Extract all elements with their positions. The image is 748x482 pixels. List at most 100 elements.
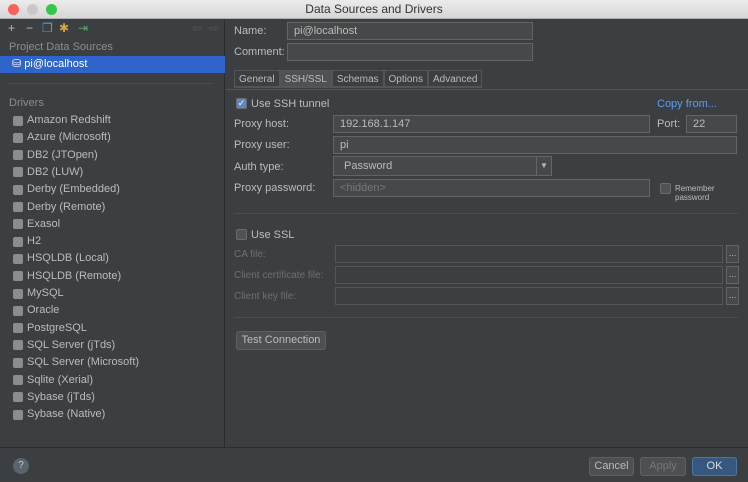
driver-label: HSQLDB (Remote) xyxy=(27,269,122,282)
copy-from-link[interactable]: Copy from... xyxy=(657,98,717,110)
maximize-window-button[interactable] xyxy=(46,4,57,15)
driver-icon xyxy=(13,323,23,334)
driver-label: MySQL xyxy=(27,287,64,299)
name-input[interactable]: pi@localhost xyxy=(287,22,533,40)
use-ssh-checkbox[interactable]: ✓ xyxy=(236,98,247,109)
test-connection-button[interactable]: Test Connection xyxy=(236,331,326,350)
driver-label: Azure (Microsoft) xyxy=(27,131,111,144)
driver-item[interactable]: Azure (Microsoft) xyxy=(13,129,111,146)
driver-label: Amazon Redshift xyxy=(27,114,111,126)
name-label: Name: xyxy=(234,25,267,37)
back-icon[interactable]: ⇦ xyxy=(192,21,202,35)
proxy-host-label: Proxy host: xyxy=(234,118,290,130)
driver-item[interactable]: SQL Server (Microsoft) xyxy=(13,354,139,371)
driver-icon xyxy=(13,167,23,178)
driver-item[interactable]: MySQL xyxy=(13,285,64,302)
client-cert-input[interactable] xyxy=(335,266,723,284)
driver-item[interactable]: Derby (Embedded) xyxy=(13,181,120,198)
forward-icon[interactable]: ⇨ xyxy=(209,21,219,35)
tab-advanced[interactable]: Advanced xyxy=(427,70,483,86)
proxy-host-input[interactable]: 192.168.1.147 xyxy=(333,115,650,133)
proxy-user-label: Proxy user: xyxy=(234,139,290,151)
drivers-header: Drivers xyxy=(9,97,44,109)
duplicate-icon[interactable]: ❐ xyxy=(42,21,53,35)
chevron-down-icon: ▼ xyxy=(536,157,551,175)
driver-icon xyxy=(13,132,23,143)
port-label: Port: xyxy=(657,118,681,130)
data-source-label: pi@localhost xyxy=(24,58,88,70)
tab-ssh-ssl[interactable]: SSH/SSL xyxy=(279,70,332,86)
driver-label: Sqlite (Xerial) xyxy=(27,373,94,386)
browse-cert-button[interactable]: ... xyxy=(726,266,739,284)
client-key-input[interactable] xyxy=(335,287,723,305)
help-icon[interactable]: ? xyxy=(13,458,29,474)
driver-label: DB2 (JTOpen) xyxy=(27,148,98,161)
proxy-password-label: Proxy password: xyxy=(234,182,316,194)
driver-icon xyxy=(13,340,23,351)
driver-icon xyxy=(13,253,23,264)
driver-item[interactable]: HSQLDB (Remote) xyxy=(13,268,121,285)
driver-icon xyxy=(13,375,23,385)
driver-icon xyxy=(13,288,23,299)
client-key-label: Client key file: xyxy=(234,291,297,302)
ca-file-label: CA file: xyxy=(234,249,266,260)
window-title: Data Sources and Drivers xyxy=(305,2,443,16)
cancel-button[interactable]: Cancel xyxy=(589,457,634,476)
driver-item[interactable]: DB2 (LUW) xyxy=(13,164,83,181)
driver-item[interactable]: Exasol xyxy=(13,216,60,233)
driver-icon xyxy=(13,115,23,126)
driver-item[interactable]: PostgreSQL xyxy=(13,320,87,337)
use-ssh-label: Use SSH tunnel xyxy=(251,98,330,110)
comment-input[interactable] xyxy=(287,43,533,61)
driver-label: Derby (Remote) xyxy=(27,200,106,213)
proxy-password-input[interactable]: <hidden> xyxy=(333,179,650,197)
add-icon[interactable]: + xyxy=(8,21,15,35)
ca-file-input[interactable] xyxy=(335,245,723,263)
client-cert-label: Client certificate file: xyxy=(234,270,324,281)
driver-item[interactable]: Sqlite (Xerial) xyxy=(13,372,93,389)
import-icon[interactable]: ⇥ xyxy=(78,21,88,35)
tab-schemas[interactable]: Schemas xyxy=(331,70,384,86)
auth-type-value: Password xyxy=(344,160,393,172)
port-input[interactable]: 22 xyxy=(686,115,737,133)
driver-label: Sybase (Native) xyxy=(27,408,106,421)
driver-item[interactable]: H2 xyxy=(13,233,41,250)
driver-icon xyxy=(13,184,23,195)
driver-item[interactable]: Oracle xyxy=(13,302,59,319)
tab-bar: General SSH/SSL Schemas Options Advanced xyxy=(234,70,483,88)
ok-button[interactable]: OK xyxy=(692,457,737,476)
close-window-button[interactable] xyxy=(8,4,19,15)
driver-label: Oracle xyxy=(27,304,60,317)
tab-general[interactable]: General xyxy=(234,70,280,86)
driver-label: Derby (Embedded) xyxy=(27,183,120,196)
remember-password-checkbox[interactable] xyxy=(660,183,671,194)
driver-label: SQL Server (Microsoft) xyxy=(27,356,140,369)
data-source-item[interactable]: ⛁ pi@localhost xyxy=(0,56,225,73)
driver-icon xyxy=(13,219,23,230)
use-ssl-checkbox[interactable] xyxy=(236,229,247,240)
dialog-footer: ? Cancel Apply OK xyxy=(0,447,748,482)
driver-item[interactable]: SQL Server (jTds) xyxy=(13,337,115,354)
apply-button[interactable]: Apply xyxy=(640,457,686,476)
auth-type-select[interactable]: Password ▼ xyxy=(333,156,552,176)
browse-ca-button[interactable]: ... xyxy=(726,245,739,263)
driver-item[interactable]: DB2 (JTOpen) xyxy=(13,147,98,164)
driver-icon xyxy=(13,409,23,420)
driver-item[interactable]: Amazon Redshift xyxy=(13,112,111,129)
project-sources-header: Project Data Sources xyxy=(9,41,113,53)
driver-item[interactable]: Sybase (jTds) xyxy=(13,389,95,406)
remember-password-label: Remember password xyxy=(675,184,715,202)
remove-icon[interactable]: − xyxy=(26,21,33,35)
driver-settings-icon[interactable]: ✱ xyxy=(59,21,69,35)
driver-label: H2 xyxy=(27,235,42,248)
proxy-user-input[interactable]: pi xyxy=(333,136,737,154)
driver-item[interactable]: HSQLDB (Local) xyxy=(13,250,109,267)
tab-options[interactable]: Options xyxy=(383,70,428,86)
minimize-window-button[interactable] xyxy=(27,4,38,15)
driver-icon xyxy=(13,305,23,316)
driver-item[interactable]: Derby (Remote) xyxy=(13,199,105,216)
driver-label: SQL Server (jTds) xyxy=(27,338,116,351)
driver-icon xyxy=(13,236,23,247)
driver-item[interactable]: Sybase (Native) xyxy=(13,406,105,423)
browse-key-button[interactable]: ... xyxy=(726,287,739,305)
